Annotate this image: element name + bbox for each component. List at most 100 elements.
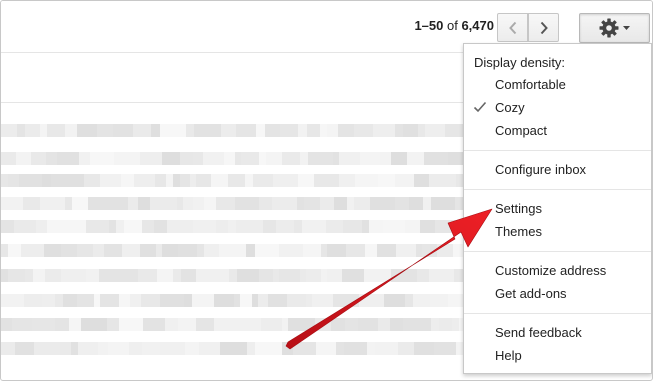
blur-block xyxy=(47,124,65,137)
blur-block xyxy=(42,174,51,187)
blur-block xyxy=(65,197,72,210)
blurred-row xyxy=(1,269,479,282)
blur-block xyxy=(437,244,453,257)
menu-item-help[interactable]: Help xyxy=(464,345,651,367)
blur-block xyxy=(183,197,193,210)
blur-block xyxy=(14,220,36,233)
blur-block xyxy=(196,174,211,187)
blur-block xyxy=(439,318,452,331)
blur-block xyxy=(331,318,345,331)
menu-item-settings[interactable]: Settings xyxy=(464,198,651,220)
blur-block xyxy=(165,318,178,331)
blur-block xyxy=(1,152,16,165)
blur-block xyxy=(370,197,395,210)
blur-block xyxy=(129,342,142,355)
menu-separator xyxy=(464,150,651,151)
blur-block xyxy=(128,197,138,210)
blur-block xyxy=(65,124,77,137)
blur-block xyxy=(452,318,459,331)
menu-item-compact[interactable]: Compact xyxy=(464,120,651,142)
blur-block xyxy=(69,318,81,331)
blur-block xyxy=(155,174,166,187)
blur-block xyxy=(197,244,204,257)
blur-block xyxy=(303,244,321,257)
blur-block xyxy=(343,220,362,233)
blur-block xyxy=(339,174,355,187)
blur-block xyxy=(369,318,378,331)
blur-block xyxy=(228,220,236,233)
blur-block xyxy=(384,294,405,307)
blur-block xyxy=(241,152,259,165)
blur-block xyxy=(124,220,142,233)
blur-block xyxy=(1,244,8,257)
blur-block xyxy=(216,220,228,233)
blur-block xyxy=(395,124,403,137)
blur-block xyxy=(435,220,460,233)
blur-block xyxy=(154,220,167,233)
menu-item-comfortable[interactable]: Comfortable xyxy=(464,74,651,96)
menu-item-get-addons[interactable]: Get add-ons xyxy=(464,283,651,305)
blur-block xyxy=(45,269,61,282)
blur-block xyxy=(395,197,409,210)
blur-block xyxy=(265,124,280,137)
menu-item-send-feedback[interactable]: Send feedback xyxy=(464,322,651,344)
blur-block xyxy=(51,174,70,187)
blur-block xyxy=(86,220,109,233)
blur-block xyxy=(417,269,429,282)
blur-block xyxy=(32,318,55,331)
blur-block xyxy=(119,294,130,307)
blur-block xyxy=(1,269,8,282)
blur-block xyxy=(162,244,178,257)
blur-block xyxy=(395,174,414,187)
blur-block xyxy=(17,124,25,137)
menu-separator xyxy=(464,189,651,190)
blur-block xyxy=(259,152,266,165)
checkmark-icon xyxy=(473,101,487,113)
blur-block xyxy=(342,269,364,282)
blur-block xyxy=(119,318,143,331)
blur-block xyxy=(316,342,336,355)
blur-block xyxy=(185,342,199,355)
blur-block xyxy=(297,197,304,210)
menu-item-customize-address[interactable]: Customize address xyxy=(464,260,651,282)
blurred-row xyxy=(1,152,476,165)
blur-block xyxy=(300,152,308,165)
blur-block xyxy=(327,244,346,257)
blur-block xyxy=(430,244,437,257)
blur-block xyxy=(42,294,55,307)
menu-separator xyxy=(464,313,651,314)
older-button[interactable] xyxy=(528,13,559,42)
pagination-range: 1–50 xyxy=(414,18,444,33)
menu-item-themes[interactable]: Themes xyxy=(464,221,651,243)
blur-block xyxy=(77,244,93,257)
blur-block xyxy=(431,197,455,210)
menu-item-configure-inbox[interactable]: Configure inbox xyxy=(464,159,651,181)
blur-block xyxy=(253,174,273,187)
blur-block xyxy=(142,220,154,233)
blurred-row xyxy=(1,318,483,331)
blur-block xyxy=(287,294,298,307)
blur-block xyxy=(378,318,390,331)
newer-button[interactable] xyxy=(497,13,528,42)
blur-block xyxy=(216,197,235,210)
blurred-row xyxy=(1,174,476,187)
blur-block xyxy=(211,174,228,187)
blur-block xyxy=(396,244,416,257)
menu-item-cozy[interactable]: Cozy xyxy=(464,97,651,119)
blur-block xyxy=(338,124,354,137)
blur-block xyxy=(380,152,391,165)
blur-block xyxy=(193,197,204,210)
blur-block xyxy=(193,152,203,165)
blur-block xyxy=(25,269,33,282)
blur-block xyxy=(16,152,31,165)
blur-block xyxy=(150,197,177,210)
blur-block xyxy=(272,197,297,210)
blur-block xyxy=(1,174,8,187)
blur-block xyxy=(214,294,234,307)
blur-block xyxy=(360,152,380,165)
blur-block xyxy=(362,220,369,233)
blur-block xyxy=(196,269,219,282)
settings-button[interactable] xyxy=(579,13,650,43)
blur-block xyxy=(98,342,108,355)
blur-block xyxy=(266,152,282,165)
